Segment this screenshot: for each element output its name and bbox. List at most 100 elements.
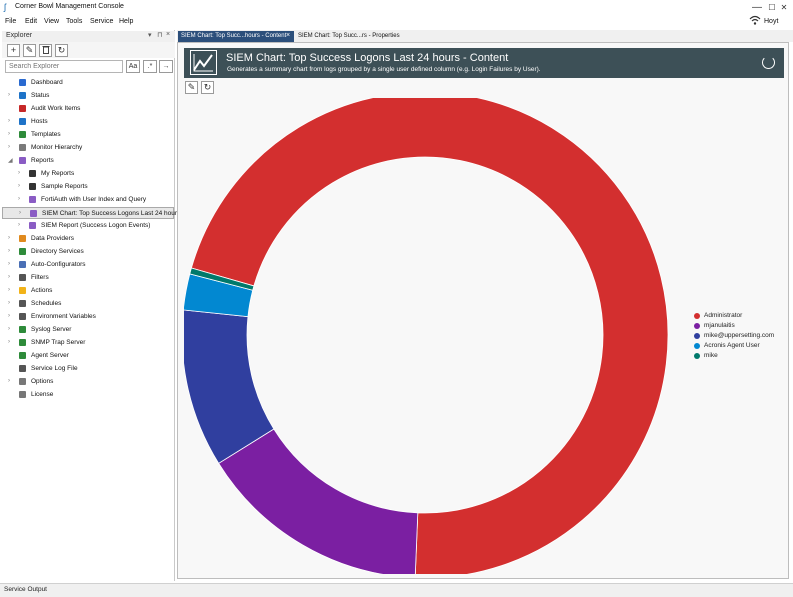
window-title: Corner Bowl Management Console: [15, 3, 124, 10]
tree-expander-icon[interactable]: ›: [8, 144, 10, 150]
tree-item[interactable]: › Hosts: [2, 116, 174, 128]
regex-button[interactable]: .*: [143, 60, 157, 73]
refresh-tree-button[interactable]: ↻: [55, 44, 68, 57]
report-subtitle: Generates a summary chart from logs grou…: [227, 66, 541, 73]
search-go-button[interactable]: →: [159, 60, 173, 73]
tree-item[interactable]: › SIEM Chart: Top Success Logons Last 24 …: [2, 207, 180, 219]
legend-item[interactable]: mike@uppersetting.com: [692, 332, 782, 342]
tree-expander-icon[interactable]: ›: [8, 248, 10, 254]
tree-item-label: My Reports: [41, 170, 75, 177]
tree-expander-icon[interactable]: ›: [8, 131, 10, 137]
tree-item[interactable]: › Environment Variables: [2, 311, 174, 323]
status-bar: [0, 583, 793, 597]
tree-item[interactable]: › Status: [2, 90, 174, 102]
tree-item-label: Data Providers: [31, 235, 74, 242]
tree-item[interactable]: › Data Providers: [2, 233, 174, 245]
tree-item-label: Options: [31, 378, 54, 385]
tree-item[interactable]: › SIEM Report (Success Logon Events): [2, 220, 174, 232]
panel-menu-icon[interactable]: ▾: [148, 31, 152, 39]
legend-color-dot-icon: [694, 313, 700, 319]
tree-expander-icon[interactable]: ›: [8, 92, 10, 98]
legend-item[interactable]: mjanulaitis: [692, 322, 782, 332]
legend-item[interactable]: Acronis Agent User: [692, 342, 782, 352]
tree-item[interactable]: › Actions: [2, 285, 174, 297]
tree-expander-icon[interactable]: ◢: [8, 157, 13, 164]
tree-expander-icon[interactable]: ›: [18, 183, 20, 189]
user-name[interactable]: Hoyt: [764, 18, 778, 25]
tree-item[interactable]: › My Reports: [2, 168, 174, 180]
menu-file[interactable]: File: [5, 18, 16, 25]
legend-item[interactable]: Administrator: [692, 312, 782, 322]
tree-expander-icon[interactable]: ›: [18, 170, 20, 176]
match-case-button[interactable]: Aa: [126, 60, 140, 73]
close-panel-icon[interactable]: ×: [166, 31, 170, 38]
tree-expander-icon[interactable]: ›: [8, 378, 10, 384]
menu-service[interactable]: Service: [90, 18, 113, 25]
tree-expander-icon[interactable]: ›: [19, 210, 21, 216]
tree-item[interactable]: Dashboard: [2, 77, 174, 89]
tree-item[interactable]: › Filters: [2, 272, 174, 284]
folder-icon: [29, 183, 36, 190]
edit-report-button[interactable]: ✎: [185, 81, 198, 94]
search-input[interactable]: [5, 60, 123, 73]
tree-item[interactable]: Service Log File: [2, 363, 174, 375]
variables-icon: [19, 313, 26, 320]
tab-close-icon[interactable]: ×: [286, 32, 290, 39]
tree-item[interactable]: › Monitor Hierarchy: [2, 142, 174, 154]
tree-item[interactable]: › Schedules: [2, 298, 174, 310]
menu-help[interactable]: Help: [119, 18, 133, 25]
tree-expander-icon[interactable]: ›: [8, 326, 10, 332]
refresh-report-button[interactable]: ↻: [201, 81, 214, 94]
tree-item[interactable]: › Sample Reports: [2, 181, 174, 193]
close-window-button[interactable]: ✕: [775, 0, 793, 15]
tree-item[interactable]: › Templates: [2, 129, 174, 141]
tree-expander-icon[interactable]: ›: [8, 300, 10, 306]
tree-expander-icon[interactable]: ›: [8, 261, 10, 267]
tree-item[interactable]: License: [2, 389, 174, 401]
explorer-title: Explorer: [6, 32, 33, 39]
tree-expander-icon[interactable]: ›: [18, 222, 20, 228]
menu-view[interactable]: View: [44, 18, 59, 25]
loading-spinner-icon: [762, 56, 775, 69]
menu-tools[interactable]: Tools: [66, 18, 82, 25]
donut-slice-mjanulaitis[interactable]: [218, 428, 419, 574]
tree-expander-icon[interactable]: ›: [8, 287, 10, 293]
tree-expander-icon[interactable]: ›: [8, 274, 10, 280]
edit-button[interactable]: ✎: [23, 44, 36, 57]
report-icon: [29, 196, 36, 203]
status-text[interactable]: Service Output: [4, 586, 47, 593]
tree-item-label: Reports: [31, 157, 54, 164]
tree-expander-icon[interactable]: ›: [8, 235, 10, 241]
tree-item[interactable]: Audit Work Items: [2, 103, 174, 115]
add-button[interactable]: +: [7, 44, 20, 57]
tree-item[interactable]: › Options: [2, 376, 174, 388]
tree-item[interactable]: ◢ Reports: [2, 155, 174, 167]
tree-item[interactable]: › FortiAuth with User Index and Query: [2, 194, 174, 206]
tree-item-label: Directory Services: [31, 248, 84, 255]
delete-button[interactable]: [39, 44, 52, 57]
tree-expander-icon[interactable]: ›: [18, 196, 20, 202]
chart-legend: Administrator mjanulaitis mike@uppersettin…: [692, 312, 782, 362]
pencil-icon: ✎: [187, 82, 196, 92]
server-icon: [19, 118, 26, 125]
report-icon: [30, 210, 37, 217]
tree-expander-icon[interactable]: ›: [8, 339, 10, 345]
tree-item[interactable]: › Syslog Server: [2, 324, 174, 336]
tree-expander-icon[interactable]: ›: [8, 118, 10, 124]
legend-item[interactable]: mike: [692, 352, 782, 362]
pin-icon[interactable]: ⊓: [157, 31, 162, 39]
tree-item-label: Agent Server: [31, 352, 69, 359]
menu-edit[interactable]: Edit: [25, 18, 37, 25]
report-title: SIEM Chart: Top Success Logons Last 24 h…: [226, 52, 509, 64]
tree-item[interactable]: › SNMP Trap Server: [2, 337, 174, 349]
tree-item[interactable]: › Auto-Configurators: [2, 259, 174, 271]
warning-icon: [19, 287, 26, 294]
tree-item[interactable]: Agent Server: [2, 350, 174, 362]
tree-expander-icon[interactable]: ›: [8, 313, 10, 319]
filter-icon: [19, 274, 26, 281]
tree-item[interactable]: › Directory Services: [2, 246, 174, 258]
legend-label: mjanulaitis: [704, 322, 735, 329]
clock-icon: [19, 300, 26, 307]
refresh-icon: ↻: [57, 45, 66, 55]
tree-item-label: Audit Work Items: [31, 105, 81, 112]
